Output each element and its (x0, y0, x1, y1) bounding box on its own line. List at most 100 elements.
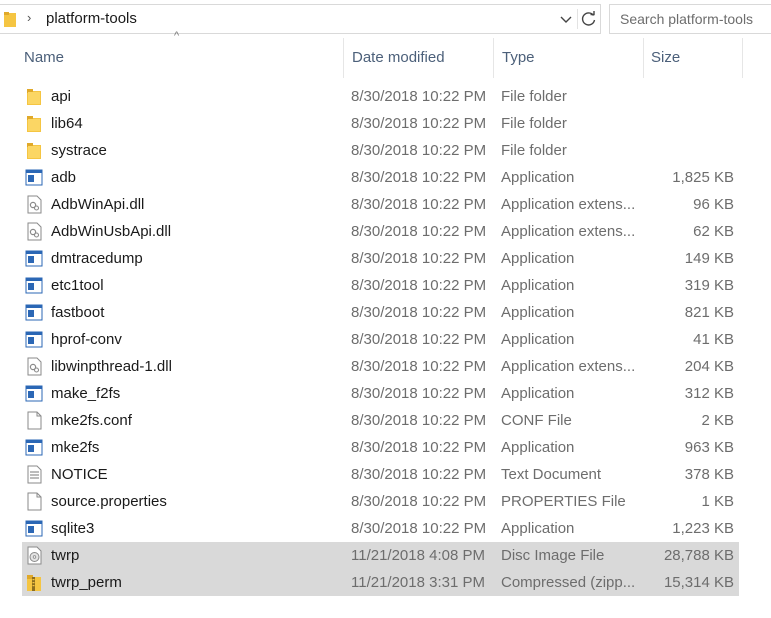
dll-icon (25, 222, 43, 241)
file-date-modified: 8/30/2018 10:22 PM (351, 277, 487, 294)
address-row: › platform-tools Search platform-tools (0, 0, 771, 38)
file-type: Application extens... (501, 223, 636, 240)
file-type: Application (501, 304, 575, 321)
file-type: File folder (501, 115, 567, 132)
file-row[interactable]: sqlite3 8/30/2018 10:22 PM Application 1,22… (0, 515, 771, 542)
file-size: 149 KB (684, 250, 734, 267)
file-name: twrp_perm (51, 574, 122, 591)
column-header-date[interactable]: Date modified (343, 38, 493, 78)
column-header-type[interactable]: Type (493, 38, 643, 78)
application-icon (25, 303, 43, 322)
file-date-modified: 8/30/2018 10:22 PM (351, 412, 487, 429)
file-type: Application extens... (501, 358, 636, 375)
file-row[interactable]: adb 8/30/2018 10:22 PM Application 1,825 KB (0, 164, 771, 191)
file-row[interactable]: mke2fs 8/30/2018 10:22 PM Application 963 K… (0, 434, 771, 461)
file-name: make_f2fs (51, 385, 121, 402)
file-date-modified: 8/30/2018 10:22 PM (351, 88, 487, 105)
file-row[interactable]: fastboot 8/30/2018 10:22 PM Application 821… (0, 299, 771, 326)
breadcrumb-chevron-icon[interactable]: › (27, 10, 31, 25)
file-type: CONF File (501, 412, 572, 429)
file-row[interactable]: systrace 8/30/2018 10:22 PM File folder (0, 137, 771, 164)
file-date-modified: 8/30/2018 10:22 PM (351, 466, 487, 483)
column-header-row: Name ^ Date modified Type Size (0, 30, 771, 78)
folder-icon (25, 141, 43, 160)
file-row[interactable]: source.properties 8/30/2018 10:22 PM PROPE… (0, 488, 771, 515)
file-type: File folder (501, 142, 567, 159)
file-row[interactable]: NOTICE 8/30/2018 10:22 PM Text Document 378… (0, 461, 771, 488)
file-type: Application (501, 250, 575, 267)
file-name: systrace (51, 142, 107, 159)
breadcrumb-path[interactable]: platform-tools (46, 10, 137, 27)
file-date-modified: 8/30/2018 10:22 PM (351, 331, 487, 348)
file-type: Compressed (zipp... (501, 574, 636, 591)
file-type: Application (501, 277, 575, 294)
file-size: 378 KB (684, 466, 734, 483)
dll-icon (25, 357, 43, 376)
file-size: 319 KB (684, 277, 734, 294)
zip-folder-icon (25, 573, 43, 592)
file-name: dmtracedump (51, 250, 143, 267)
sort-ascending-icon: ^ (174, 30, 180, 42)
application-icon (25, 384, 43, 403)
application-icon (25, 249, 43, 268)
application-icon (25, 330, 43, 349)
file-name: mke2fs.conf (51, 412, 132, 429)
application-icon (25, 519, 43, 538)
file-row[interactable]: lib64 8/30/2018 10:22 PM File folder (0, 110, 771, 137)
search-input[interactable]: Search platform-tools (609, 4, 771, 34)
file-date-modified: 8/30/2018 10:22 PM (351, 358, 487, 375)
chevron-down-icon[interactable] (556, 9, 576, 29)
file-type: Text Document (501, 466, 602, 483)
file-name: libwinpthread-1.dll (51, 358, 172, 375)
file-date-modified: 8/30/2018 10:22 PM (351, 439, 487, 456)
file-size: 28,788 KB (663, 547, 734, 564)
file-row[interactable]: hprof-conv 8/30/2018 10:22 PM Application 4… (0, 326, 771, 353)
file-type: File folder (501, 88, 567, 105)
file-row[interactable]: etc1tool 8/30/2018 10:22 PM Application 319… (0, 272, 771, 299)
file-row[interactable]: twrp 11/21/2018 4:08 PM Disc Image File 28,… (0, 542, 771, 569)
file-row[interactable]: libwinpthread-1.dll 8/30/2018 10:22 PM App… (0, 353, 771, 380)
file-row[interactable]: AdbWinUsbApi.dll 8/30/2018 10:22 PM Applic… (0, 218, 771, 245)
file-date-modified: 11/21/2018 4:08 PM (351, 547, 485, 564)
file-type: Application extens... (501, 196, 636, 213)
file-row[interactable]: make_f2fs 8/30/2018 10:22 PM Application 31… (0, 380, 771, 407)
column-header-name[interactable]: Name ^ (0, 30, 343, 78)
file-row[interactable]: AdbWinApi.dll 8/30/2018 10:22 PM Applicati… (0, 191, 771, 218)
file-type: Application (501, 169, 575, 186)
blank-file-icon (25, 492, 43, 511)
file-date-modified: 8/30/2018 10:22 PM (351, 115, 487, 132)
file-size: 15,314 KB (663, 574, 734, 591)
file-size: 204 KB (684, 358, 734, 375)
file-name: api (51, 88, 72, 105)
file-type: Application (501, 439, 575, 456)
file-row[interactable]: api 8/30/2018 10:22 PM File folder (0, 83, 771, 110)
file-row[interactable]: mke2fs.conf 8/30/2018 10:22 PM CONF File 2 … (0, 407, 771, 434)
file-name: adb (51, 169, 77, 186)
address-bar[interactable]: › platform-tools (0, 4, 601, 34)
file-size: 821 KB (684, 304, 734, 321)
file-type: Disc Image File (501, 547, 605, 564)
column-header-size[interactable]: Size (643, 38, 743, 78)
file-row[interactable]: twrp_perm 11/21/2018 3:31 PM Compressed (z… (0, 569, 771, 596)
file-size: 1 KB (701, 493, 734, 510)
application-icon (25, 276, 43, 295)
file-size: 2 KB (701, 412, 734, 429)
folder-icon (4, 12, 16, 27)
refresh-icon[interactable] (577, 9, 600, 29)
folder-icon (25, 87, 43, 106)
column-header-name-label: Name (24, 49, 65, 66)
text-document-icon (25, 465, 43, 484)
application-icon (25, 438, 43, 457)
file-date-modified: 8/30/2018 10:22 PM (351, 385, 487, 402)
application-icon (25, 168, 43, 187)
file-name: AdbWinApi.dll (51, 196, 145, 213)
folder-icon (25, 114, 43, 133)
file-name: sqlite3 (51, 520, 95, 537)
file-date-modified: 11/21/2018 3:31 PM (351, 574, 485, 591)
file-name: lib64 (51, 115, 83, 132)
file-row[interactable]: dmtracedump 8/30/2018 10:22 PM Application… (0, 245, 771, 272)
file-type: Application (501, 520, 575, 537)
file-name: twrp (51, 547, 80, 564)
file-date-modified: 8/30/2018 10:22 PM (351, 196, 487, 213)
file-name: mke2fs (51, 439, 100, 456)
